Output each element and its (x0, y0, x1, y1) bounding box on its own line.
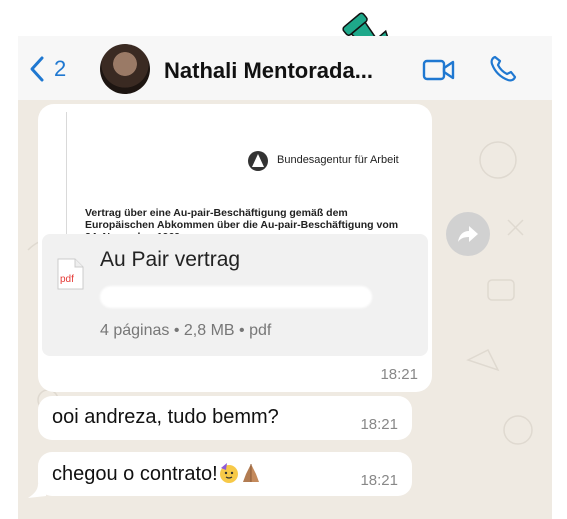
file-meta: 4 páginas • 2,8 MB • pdf (100, 322, 272, 339)
document-preview[interactable]: Bundesagentur für Arbeit Vertrag über ei… (66, 112, 426, 243)
folded-hands-emoji (242, 464, 259, 482)
phone-call-icon[interactable] (488, 54, 518, 84)
forward-button[interactable] (446, 212, 490, 256)
video-call-icon[interactable] (422, 58, 456, 82)
message-bubble[interactable]: ooi andreza, tudo bemm? 18:21 (38, 396, 412, 440)
bubble-tail (28, 484, 46, 498)
document-info[interactable]: pdf Au Pair vertrag 4 páginas • 2,8 MB •… (42, 234, 428, 356)
contact-name[interactable]: Nathali Mentorada... (164, 58, 373, 84)
agency-logo-icon (248, 151, 268, 171)
chat-area[interactable]: Bundesagentur für Arbeit Vertrag über ei… (18, 100, 552, 519)
partying-face-emoji (219, 463, 238, 483)
message-text: ooi andreza, tudo bemm? (52, 406, 279, 428)
message-time: 18:21 (380, 366, 418, 383)
message-bubble[interactable]: chegou o contrato! 18:21 (38, 452, 412, 496)
message-time: 18:21 (360, 472, 398, 489)
redacted-line (100, 286, 372, 308)
agency-name: Bundesagentur für Arbeit (277, 154, 399, 166)
message-time: 18:21 (360, 416, 398, 433)
file-name: Au Pair vertrag (100, 248, 241, 271)
message-text: chegou o contrato! (52, 463, 218, 485)
message-text-line: chegou o contrato! (52, 462, 262, 486)
document-message[interactable]: Bundesagentur für Arbeit Vertrag über ei… (38, 104, 432, 392)
pdf-label: pdf (60, 274, 74, 285)
unread-count: 2 (54, 56, 67, 81)
chat-header: 2 Nathali Mentorada... (18, 36, 552, 100)
avatar[interactable] (100, 44, 150, 94)
back-button[interactable]: 2 (26, 54, 66, 84)
forward-arrow-icon (458, 226, 478, 242)
chevron-left-icon (30, 56, 44, 82)
